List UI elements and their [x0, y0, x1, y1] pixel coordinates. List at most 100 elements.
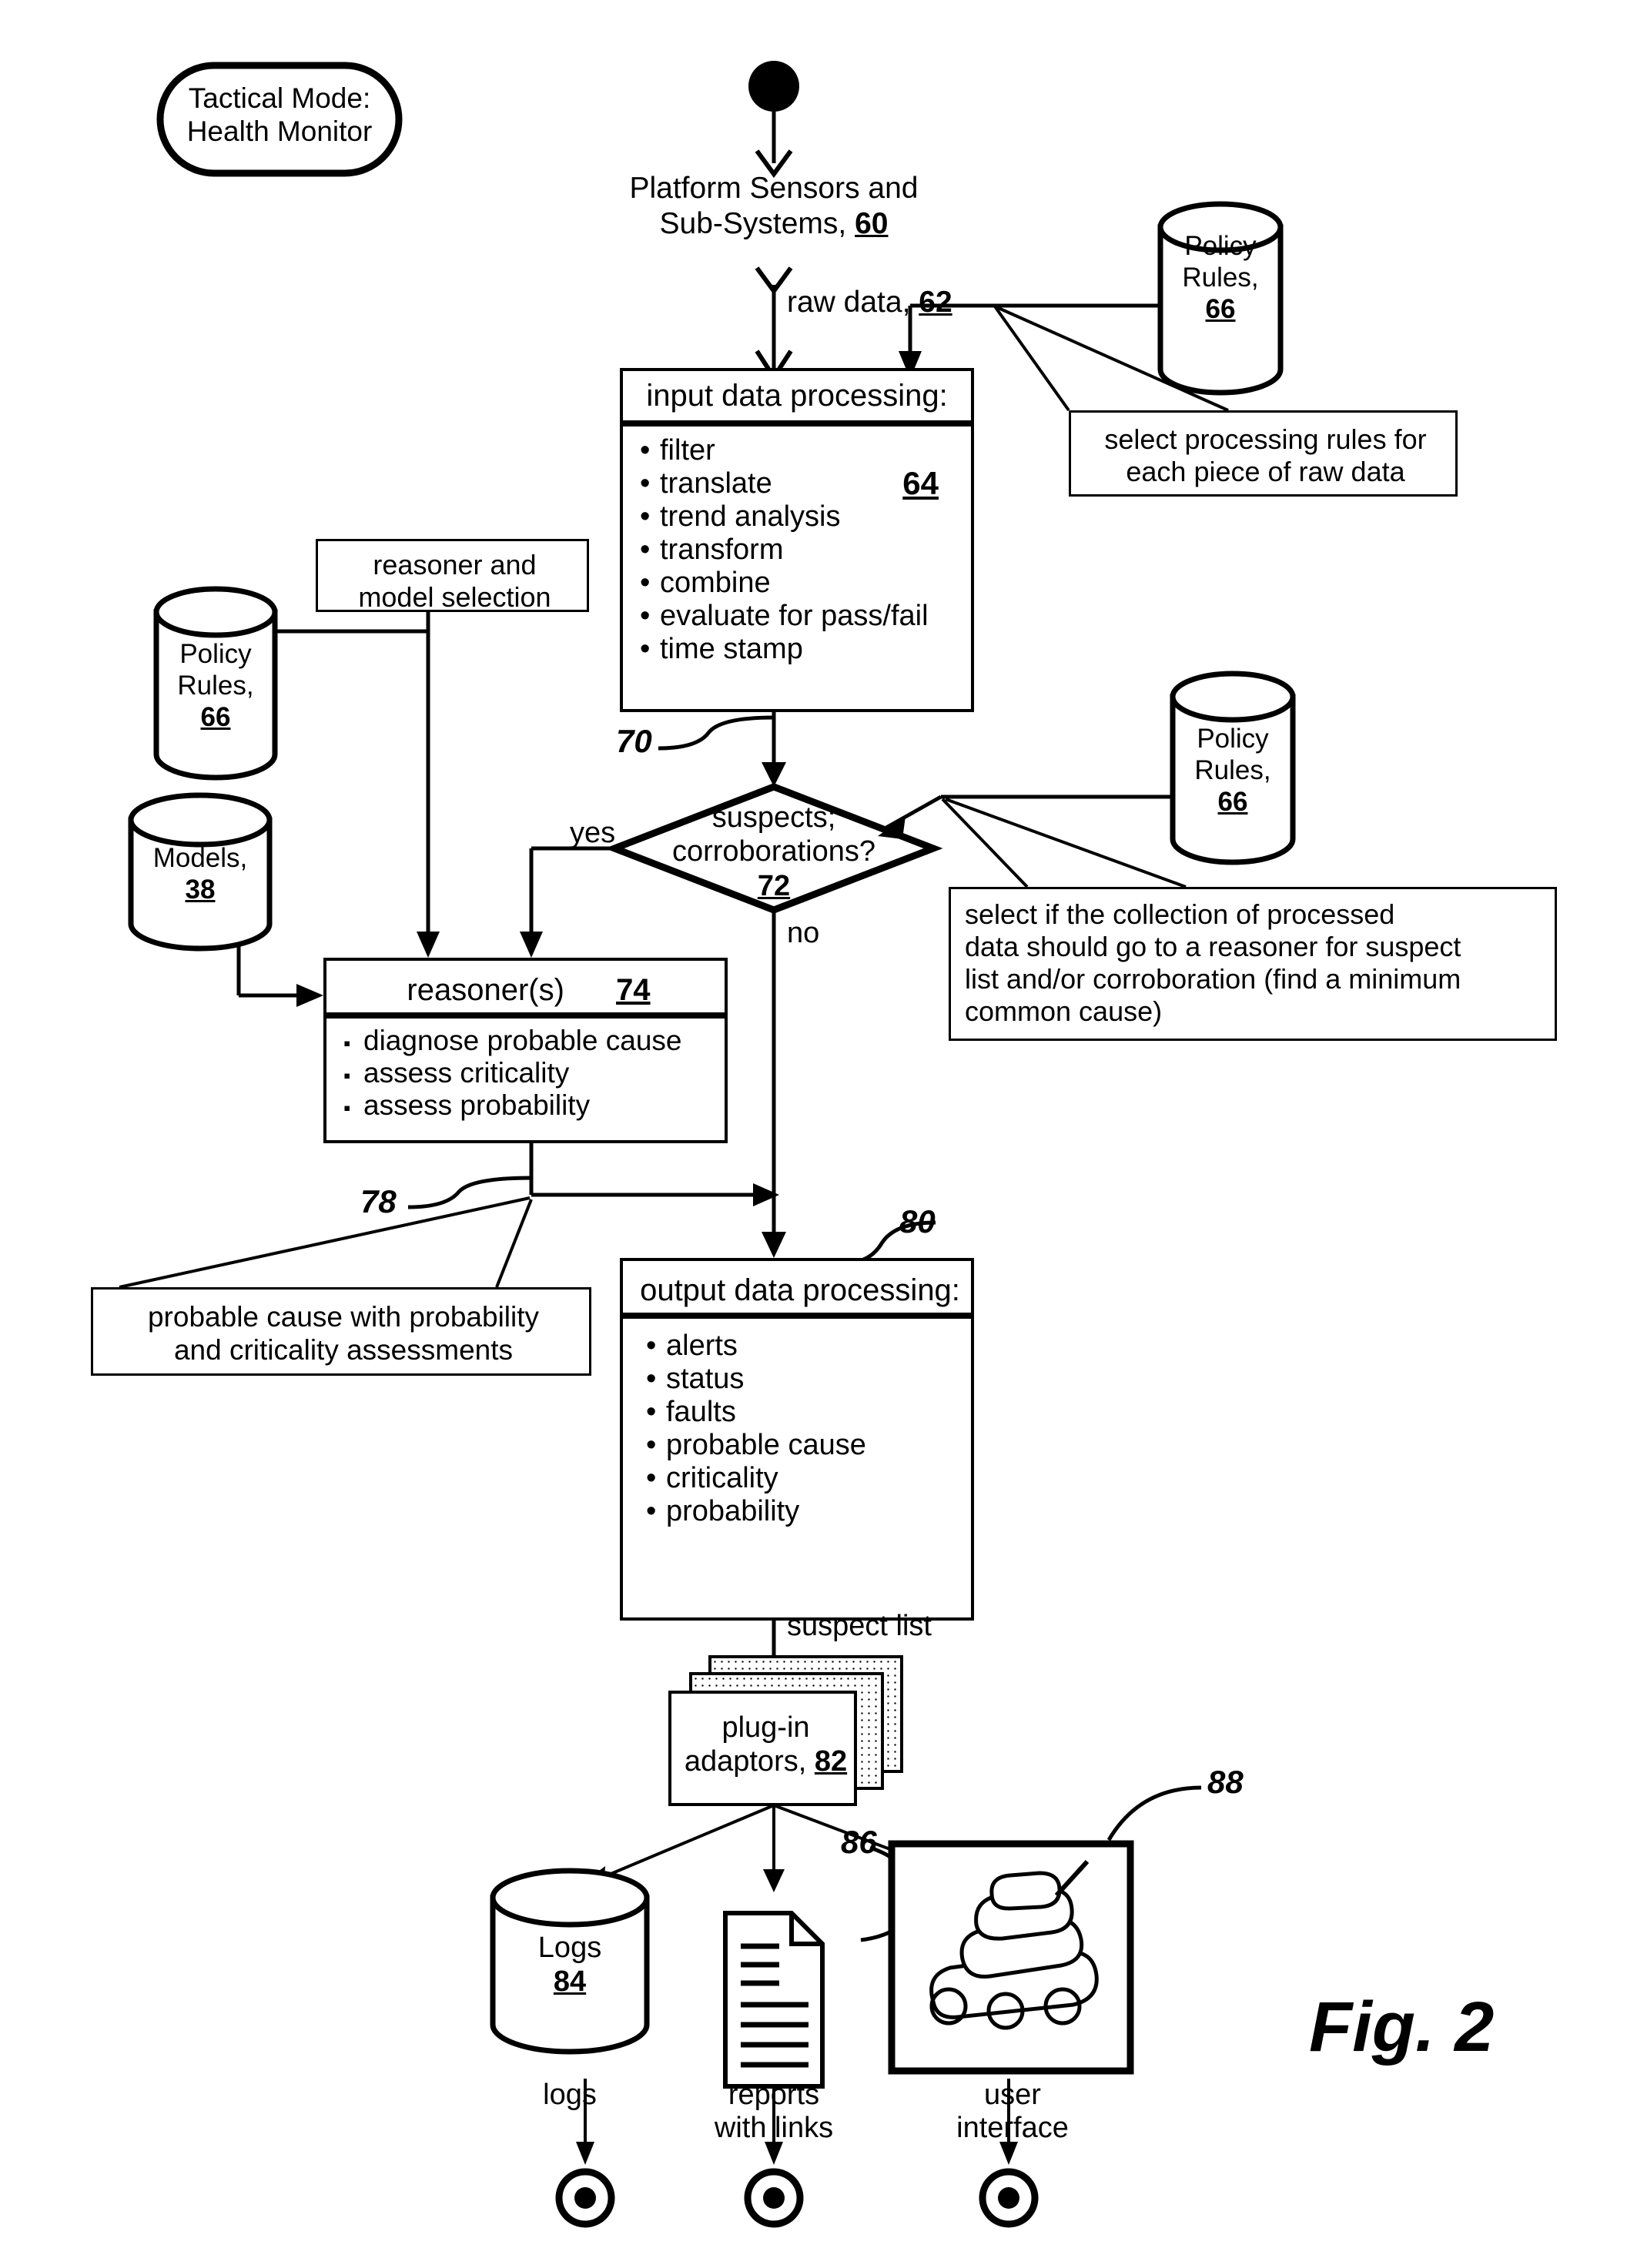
annot-line2: model selection — [358, 581, 551, 614]
output-data-processing-title: output data processing: — [640, 1273, 960, 1307]
list-item: alerts — [646, 1330, 971, 1363]
annot-line1: probable cause with probability — [147, 1301, 540, 1333]
models-label: Models, 38 — [131, 843, 269, 906]
report-document-icon — [723, 1911, 825, 2089]
annotation-reasoner-model-selection: reasoner and model selection — [316, 539, 589, 614]
input-processing-list: filter translate trend analysis transfor… — [623, 427, 971, 666]
annot-line1: select if the collection of processed — [965, 898, 1395, 930]
tactical-mode-badge: Tactical Mode: Health Monitor — [160, 82, 399, 149]
reasoner-list: diagnose probable cause assess criticali… — [326, 1019, 725, 1122]
reports-caption: reports with links — [678, 2079, 870, 2145]
list-item: probability — [646, 1495, 971, 1528]
adaptors-line1: plug-in — [721, 1711, 810, 1744]
annot-line1: reasoner and — [373, 549, 537, 580]
ref-38: 38 — [185, 874, 216, 905]
list-item: evaluate for pass/fail — [640, 600, 971, 633]
tactical-mode-line2: Health Monitor — [186, 115, 373, 148]
ref-70: 70 — [616, 723, 652, 759]
annot-line2: each piece of raw data — [1126, 456, 1405, 488]
ui-caption-line1: user — [984, 2079, 1041, 2111]
diagram-connectors — [119, 61, 1296, 2228]
policy-rules-left-label: Policy Rules, 66 — [156, 639, 275, 734]
annot-line2: data should go to a reasoner for suspect — [965, 931, 1461, 963]
output-processing-list: alerts status faults probable cause crit… — [623, 1319, 971, 1528]
reports-caption-line2: with links — [714, 2112, 834, 2144]
policy-left-line2: Rules, — [177, 670, 254, 701]
yes-branch-label: yes — [570, 817, 616, 849]
policy-rules-mid-label: Policy Rules, 66 — [1173, 724, 1293, 818]
models-line1: Models, — [152, 843, 248, 873]
ref-64: 64 — [902, 465, 939, 501]
start-node-dot — [748, 61, 799, 112]
platform-sensors-line2: Sub-Systems, 60 — [574, 206, 974, 242]
suspect-list-label: suspect list — [787, 1610, 932, 1642]
logs-line1: Logs — [537, 1932, 602, 1964]
list-item: transform — [640, 534, 971, 567]
policy-top-line1: Policy — [1184, 231, 1257, 261]
output-data-processing-header: output data processing: — [620, 1258, 974, 1316]
ref-60: 60 — [855, 206, 889, 240]
annot-line3: list and/or corroboration (find a minimu… — [965, 963, 1461, 995]
ref-62: 62 — [919, 286, 952, 319]
annotation-select-if-collection: select if the collection of processed da… — [949, 887, 1557, 1041]
ref-86: 86 — [841, 1824, 877, 1860]
list-item: status — [646, 1363, 971, 1396]
decision-line2: corroborations? — [671, 835, 876, 868]
ref-66-left: 66 — [200, 701, 231, 732]
logs-label: Logs 84 — [493, 1931, 647, 1999]
tactical-mode-line1: Tactical Mode: — [188, 82, 371, 114]
ref-72: 72 — [757, 869, 791, 902]
input-data-processing-title: input data processing: — [646, 378, 948, 413]
list-item: assess probability — [343, 1089, 725, 1122]
reasoner-header: reasoner(s) 74 — [323, 958, 728, 1015]
list-item: diagnose probable cause — [343, 1025, 725, 1057]
policy-mid-line2: Rules, — [1194, 754, 1271, 785]
ref-78: 78 — [360, 1183, 397, 1219]
list-item: probable cause — [646, 1429, 971, 1462]
ui-caption: user interface — [916, 2079, 1109, 2145]
terminator-circles — [555, 2168, 1039, 2228]
ref-88: 88 — [1207, 1764, 1244, 1800]
figure-label: Fig. 2 — [1309, 1988, 1495, 2066]
raw-data-text: raw data, — [787, 286, 911, 319]
reasoner-title: reasoner(s) — [407, 973, 564, 1007]
adaptors-text2: adaptors, — [684, 1745, 807, 1778]
patent-figure-canvas: Tactical Mode: Health Monitor Platform S… — [0, 0, 1627, 2268]
annotation-select-processing-rules: select processing rules for each piece o… — [1069, 410, 1458, 497]
policy-mid-line1: Policy — [1197, 724, 1269, 754]
policy-rules-top-label: Policy Rules, 66 — [1160, 231, 1281, 326]
ref-80: 80 — [899, 1203, 936, 1239]
list-item: faults — [646, 1396, 971, 1429]
platform-sensors-line1: Platform Sensors and — [629, 172, 919, 205]
policy-left-line1: Policy — [179, 639, 252, 669]
reasoner-body: diagnose probable cause assess criticali… — [323, 1015, 728, 1143]
annot-line2: and criticality assessments — [173, 1334, 514, 1366]
platform-sensors-text2: Sub-Systems, — [659, 206, 847, 240]
list-item: filter — [640, 434, 971, 467]
input-data-processing-body: filter translate trend analysis transfor… — [620, 423, 974, 712]
user-interface-tank-icon — [888, 1840, 1134, 2075]
input-data-processing-header: input data processing: — [620, 368, 974, 423]
decision-label: suspects; corroborations? 72 — [638, 801, 910, 903]
list-item: assess criticality — [343, 1057, 725, 1089]
annot-line4: common cause) — [965, 995, 1163, 1028]
output-data-processing-body: alerts status faults probable cause crit… — [620, 1316, 974, 1621]
adaptors-line2: adaptors, 82 — [671, 1744, 860, 1778]
plug-in-adaptors-box: plug-in adaptors, 82 — [668, 1691, 857, 1806]
annotation-probable-cause: probable cause with probability and crit… — [91, 1287, 591, 1376]
policy-top-line2: Rules, — [1182, 262, 1259, 293]
list-item: combine — [640, 567, 971, 600]
no-branch-label: no — [787, 917, 820, 949]
ref-66-top: 66 — [1205, 293, 1236, 324]
list-item: time stamp — [640, 633, 971, 666]
list-item: criticality — [646, 1462, 971, 1495]
ref-66-mid: 66 — [1217, 786, 1248, 817]
list-item: trend analysis — [640, 500, 971, 534]
decision-line1: suspects; — [711, 801, 836, 834]
logs-caption: logs — [543, 2079, 597, 2111]
annot-line1: select processing rules for — [1104, 423, 1427, 455]
raw-data-label: raw data, 62 — [787, 285, 952, 320]
platform-sensors-label: Platform Sensors and Sub-Systems, 60 — [574, 171, 974, 241]
ref-84: 84 — [553, 1965, 587, 1999]
ref-74: 74 — [616, 973, 651, 1007]
